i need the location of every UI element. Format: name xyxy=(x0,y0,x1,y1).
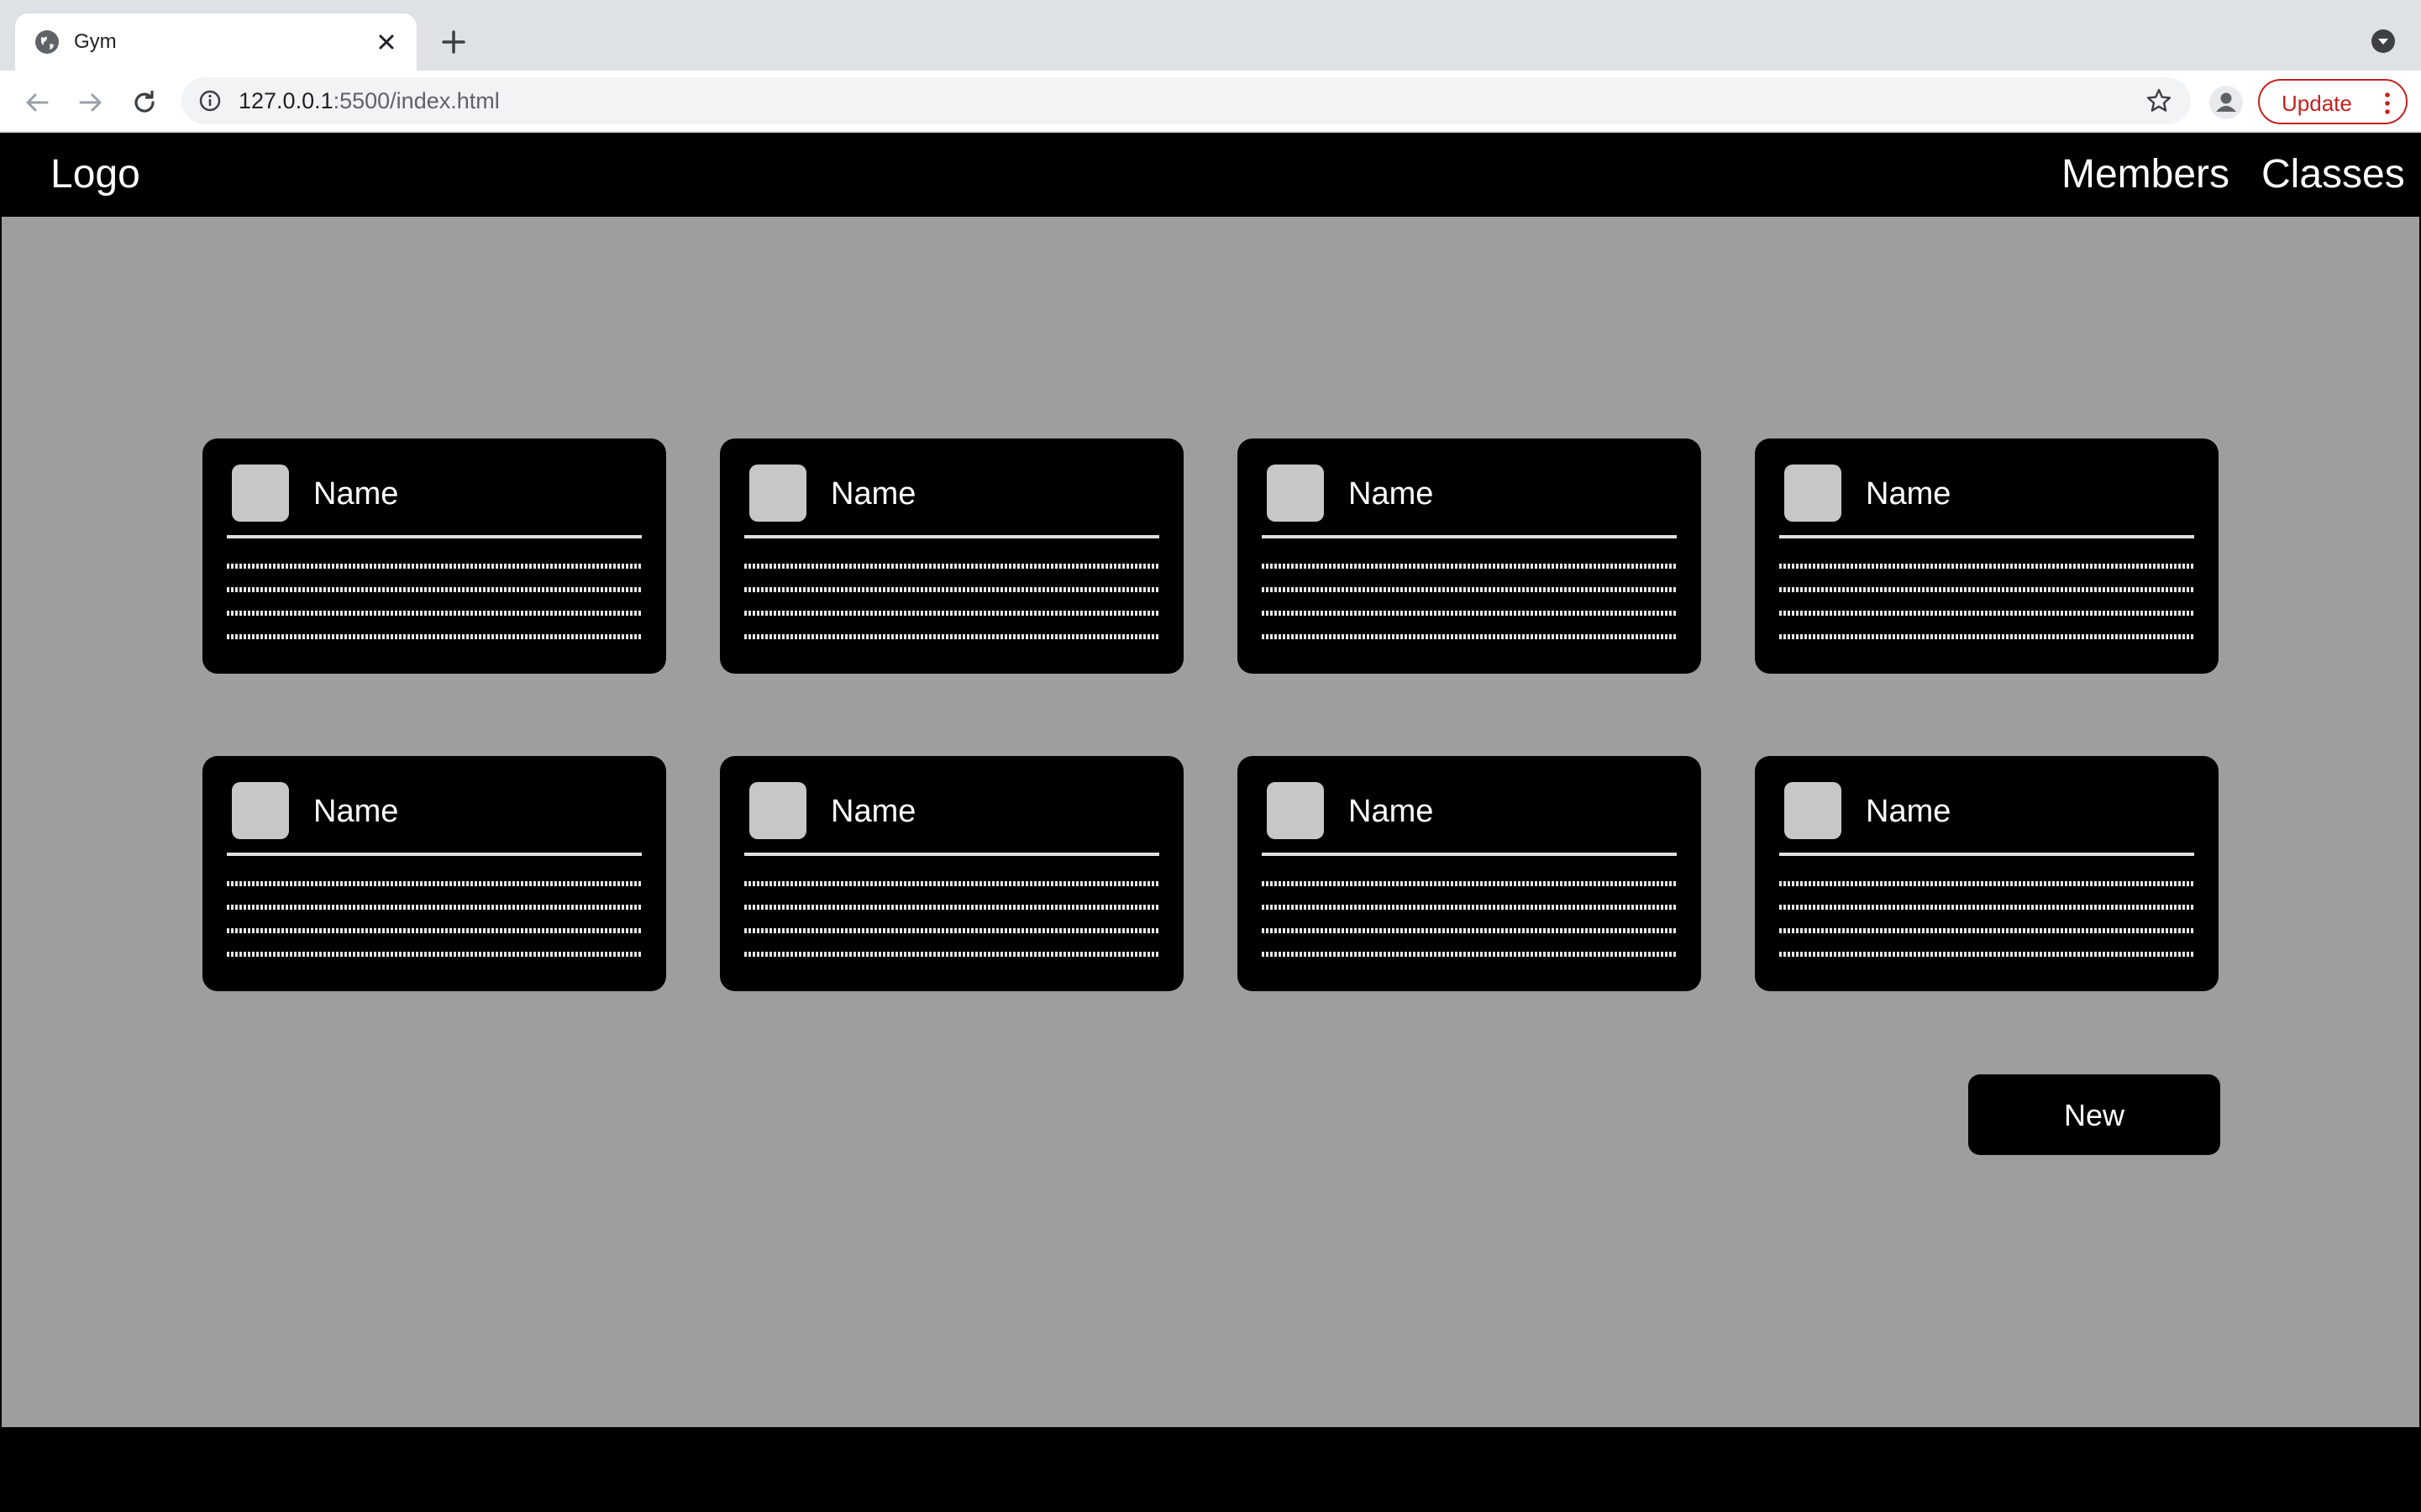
placeholder-text-line xyxy=(227,564,642,569)
site-header: Logo Members Classes xyxy=(0,133,2421,217)
placeholder-text-line xyxy=(1779,905,2194,910)
avatar-placeholder xyxy=(232,465,289,522)
member-card-grid: Name Name Name Name Name Name Name Name xyxy=(202,438,2220,991)
card-divider xyxy=(1262,853,1677,856)
placeholder-text-line xyxy=(1779,611,2194,616)
update-button[interactable]: Update xyxy=(2258,79,2408,124)
placeholder-text-line xyxy=(744,928,1159,933)
avatar-placeholder xyxy=(749,465,806,522)
placeholder-text-line xyxy=(744,905,1159,910)
address-bar[interactable]: 127.0.0.1:5500/index.html xyxy=(181,77,2191,124)
url-text[interactable]: 127.0.0.1:5500/index.html xyxy=(239,87,500,114)
update-label: Update xyxy=(2282,91,2352,116)
avatar-placeholder xyxy=(1784,465,1841,522)
profile-avatar-icon[interactable] xyxy=(2209,86,2243,119)
member-card[interactable]: Name xyxy=(720,756,1184,991)
placeholder-text-line xyxy=(1779,564,2194,569)
browser-tab[interactable]: Gym xyxy=(15,13,417,71)
placeholder-text-line xyxy=(1262,611,1677,616)
placeholder-text-line xyxy=(1262,905,1677,910)
logo[interactable]: Logo xyxy=(50,150,140,200)
placeholder-text-line xyxy=(1262,928,1677,933)
info-icon[interactable] xyxy=(198,89,222,113)
placeholder-text-line xyxy=(1779,952,2194,957)
site-footer xyxy=(0,1427,2421,1512)
placeholder-text-line xyxy=(1779,587,2194,592)
more-menu-icon[interactable] xyxy=(2382,91,2392,116)
nav-link-members[interactable]: Members xyxy=(2061,150,2229,200)
member-name: Name xyxy=(1866,794,1951,829)
placeholder-text-line xyxy=(1779,928,2194,933)
reload-icon[interactable] xyxy=(129,87,160,118)
member-name: Name xyxy=(1866,476,1951,512)
browser-tabstrip: Gym xyxy=(0,0,2421,71)
tab-title: Gym xyxy=(74,30,117,53)
placeholder-text-line xyxy=(227,881,642,886)
card-divider xyxy=(1262,535,1677,538)
placeholder-text-line xyxy=(1262,587,1677,592)
browser-toolbar: 127.0.0.1:5500/index.html Update xyxy=(0,71,2421,133)
member-name: Name xyxy=(831,476,916,512)
member-card[interactable]: Name xyxy=(1755,438,2219,674)
card-divider xyxy=(744,535,1159,538)
placeholder-text-line xyxy=(744,634,1159,639)
placeholder-text-line xyxy=(744,564,1159,569)
placeholder-text-line xyxy=(744,611,1159,616)
member-name: Name xyxy=(1348,476,1434,512)
avatar-placeholder xyxy=(1267,782,1324,839)
member-name: Name xyxy=(313,794,399,829)
url-host: 127.0.0.1 xyxy=(239,88,333,113)
placeholder-text-line xyxy=(1262,881,1677,886)
placeholder-text-line xyxy=(227,928,642,933)
main-content: Name Name Name Name Name Name Name Name … xyxy=(2,217,2419,1427)
placeholder-text-line xyxy=(1262,634,1677,639)
close-icon[interactable] xyxy=(375,30,398,54)
new-button-label: New xyxy=(2063,1098,2125,1132)
bookmark-star-icon[interactable] xyxy=(2145,87,2172,114)
avatar-placeholder xyxy=(1784,782,1841,839)
placeholder-text-line xyxy=(227,587,642,592)
card-divider xyxy=(227,853,642,856)
placeholder-text-line xyxy=(227,634,642,639)
forward-arrow-icon[interactable] xyxy=(76,87,106,118)
new-member-button[interactable]: New xyxy=(1968,1074,2220,1155)
member-name: Name xyxy=(1348,794,1434,829)
member-card[interactable]: Name xyxy=(1755,756,2219,991)
placeholder-text-line xyxy=(744,881,1159,886)
tab-search-icon[interactable] xyxy=(2371,29,2396,54)
placeholder-text-line xyxy=(1779,881,2194,886)
placeholder-text-line xyxy=(227,611,642,616)
url-path: :5500/index.html xyxy=(333,88,500,113)
card-divider xyxy=(1779,535,2194,538)
member-card[interactable]: Name xyxy=(202,438,666,674)
placeholder-text-line xyxy=(744,587,1159,592)
placeholder-text-line xyxy=(1262,564,1677,569)
globe-icon xyxy=(35,30,59,54)
placeholder-text-line xyxy=(227,905,642,910)
back-arrow-icon[interactable] xyxy=(22,87,52,118)
page: Logo Members Classes Name Name Name Name… xyxy=(0,133,2421,1512)
member-card[interactable]: Name xyxy=(202,756,666,991)
placeholder-text-line xyxy=(1262,952,1677,957)
nav-link-classes[interactable]: Classes xyxy=(2261,150,2405,200)
placeholder-text-line xyxy=(1779,634,2194,639)
placeholder-text-line xyxy=(744,952,1159,957)
placeholder-text-line xyxy=(227,952,642,957)
card-divider xyxy=(744,853,1159,856)
new-tab-plus-icon[interactable] xyxy=(439,27,469,57)
member-name: Name xyxy=(831,794,916,829)
avatar-placeholder xyxy=(1267,465,1324,522)
avatar-placeholder xyxy=(232,782,289,839)
member-card[interactable]: Name xyxy=(1237,438,1701,674)
member-card[interactable]: Name xyxy=(720,438,1184,674)
card-divider xyxy=(227,535,642,538)
card-divider xyxy=(1779,853,2194,856)
avatar-placeholder xyxy=(749,782,806,839)
member-card[interactable]: Name xyxy=(1237,756,1701,991)
member-name: Name xyxy=(313,476,399,512)
